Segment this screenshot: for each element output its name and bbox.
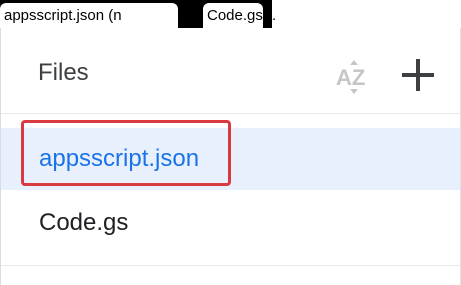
caption-text-1: appsscript.json (n [0,3,178,29]
plus-icon[interactable] [398,55,438,95]
caption-text-2: Code.gs ). [203,3,276,29]
sort-icon-text: AZ [336,65,365,90]
files-title: Files [38,59,89,86]
sort-az-icon[interactable]: AZ [334,58,374,96]
caption-strip: appsscript.json (n Code.gs ). [0,0,461,29]
file-item-code-gs[interactable]: Code.gs [1,193,460,255]
header-divider [1,113,460,114]
file-name: Code.gs [39,209,129,236]
bottom-divider [1,265,460,266]
highlight-annotation [21,120,231,186]
